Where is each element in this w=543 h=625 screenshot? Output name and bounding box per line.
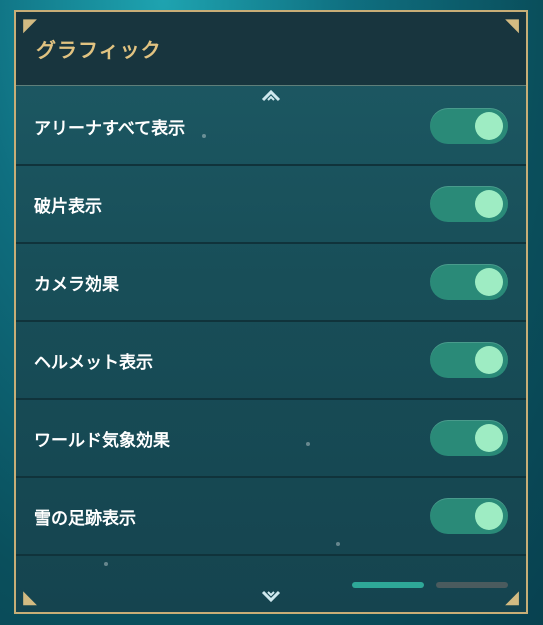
- toggle-switch[interactable]: [430, 498, 508, 534]
- setting-label: ワールド気象効果: [34, 430, 170, 451]
- page-indicator: [352, 582, 508, 588]
- ornament-corner-icon: ◢: [505, 587, 519, 608]
- sparkle: [306, 442, 310, 446]
- ornament-corner-icon: ◥: [505, 15, 519, 36]
- toggle-knob: [475, 346, 503, 374]
- setting-row-debris: 破片表示: [16, 166, 526, 244]
- settings-panel: ◤ ◥ ◣ ◢ グラフィック アリーナすべて表示 破片表示 カメラ効果 ヘルメッ…: [14, 10, 528, 614]
- setting-row-camera: カメラ効果: [16, 244, 526, 322]
- panel-header: グラフィック: [16, 12, 526, 86]
- page-dot-active[interactable]: [352, 582, 424, 588]
- ornament-corner-icon: ◤: [23, 15, 37, 36]
- sparkle: [336, 542, 340, 546]
- setting-row-weather: ワールド気象効果: [16, 400, 526, 478]
- setting-label: 雪の足跡表示: [34, 508, 136, 529]
- toggle-knob: [475, 112, 503, 140]
- chevron-down-icon[interactable]: [259, 588, 283, 604]
- panel-title: グラフィック: [36, 38, 162, 62]
- toggle-switch[interactable]: [430, 108, 508, 144]
- sparkle: [202, 134, 206, 138]
- setting-label: カメラ効果: [34, 274, 119, 295]
- setting-label: アリーナすべて表示: [34, 118, 186, 139]
- toggle-knob: [475, 190, 503, 218]
- toggle-switch[interactable]: [430, 342, 508, 378]
- setting-label: 破片表示: [34, 196, 102, 217]
- toggle-switch[interactable]: [430, 264, 508, 300]
- toggle-knob: [475, 424, 503, 452]
- setting-row-helmet: ヘルメット表示: [16, 322, 526, 400]
- setting-label: ヘルメット表示: [34, 352, 153, 373]
- toggle-knob: [475, 268, 503, 296]
- setting-row-arena: アリーナすべて表示: [16, 88, 526, 166]
- setting-row-snow-footprints: 雪の足跡表示: [16, 478, 526, 556]
- toggle-knob: [475, 502, 503, 530]
- page-dot-inactive[interactable]: [436, 582, 508, 588]
- sparkle: [104, 562, 108, 566]
- ornament-corner-icon: ◣: [23, 587, 37, 608]
- settings-list: アリーナすべて表示 破片表示 カメラ効果 ヘルメット表示 ワールド気象効果 雪の…: [16, 88, 526, 556]
- toggle-switch[interactable]: [430, 186, 508, 222]
- toggle-switch[interactable]: [430, 420, 508, 456]
